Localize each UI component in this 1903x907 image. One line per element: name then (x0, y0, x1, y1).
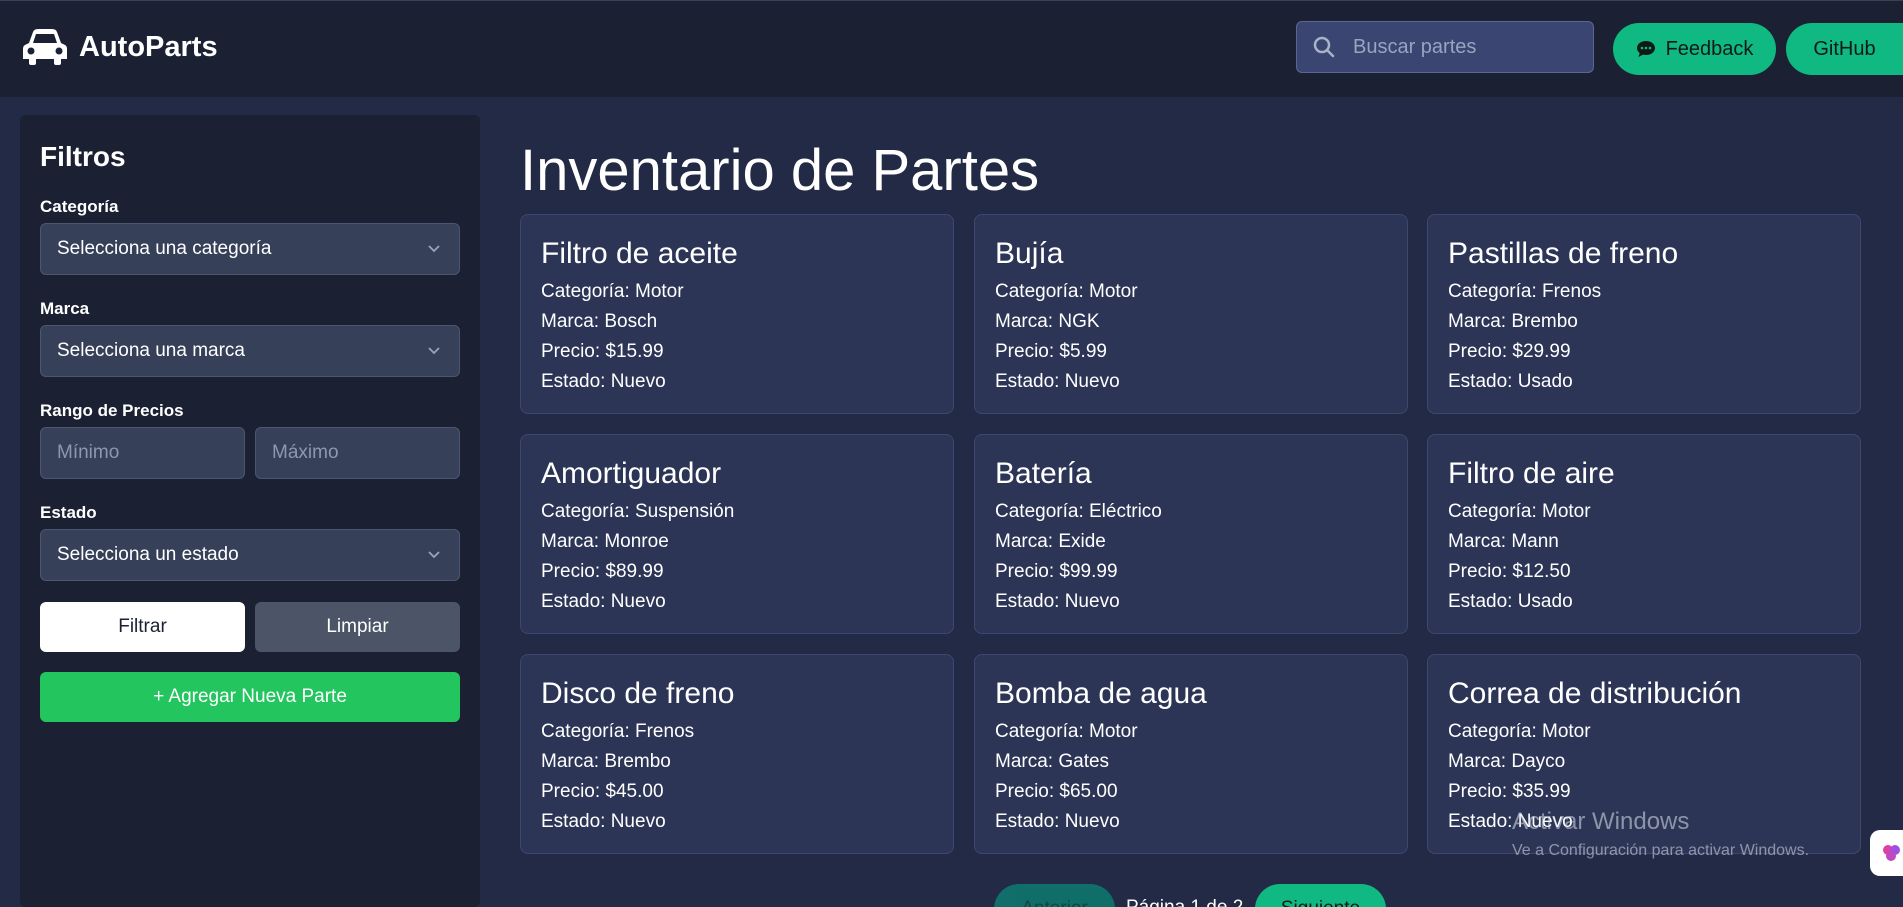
part-name: Disco de freno (541, 677, 735, 710)
part-category: Categoría: Motor (995, 281, 1138, 302)
part-card[interactable]: Pastillas de freno Categoría: Frenos Mar… (1427, 214, 1861, 414)
part-price: Precio: $12.50 (1448, 561, 1571, 582)
search-icon (1313, 36, 1335, 58)
category-select-value: Selecciona una categoría (57, 238, 272, 259)
min-price-input[interactable] (40, 427, 245, 479)
top-navbar: AutoParts Feedback GitHub (0, 0, 1903, 97)
part-name: Bomba de agua (995, 677, 1207, 710)
part-price: Precio: $5.99 (995, 341, 1107, 362)
brand-label: Marca (40, 299, 90, 318)
floating-assistant-button[interactable] (1870, 830, 1903, 876)
max-price-input[interactable] (255, 427, 460, 479)
brand-select-value: Selecciona una marca (57, 340, 245, 361)
category-select[interactable]: Selecciona una categoría (40, 223, 460, 275)
part-brand: Marca: Monroe (541, 531, 669, 552)
brand-select[interactable]: Selecciona una marca (40, 325, 460, 377)
part-card[interactable]: Filtro de aire Categoría: Motor Marca: M… (1427, 434, 1861, 634)
part-name: Bujía (995, 237, 1064, 270)
part-brand: Marca: NGK (995, 311, 1100, 332)
filter-button[interactable]: Filtrar (40, 602, 245, 652)
category-label: Categoría (40, 197, 119, 216)
part-card[interactable]: Amortiguador Categoría: Suspensión Marca… (520, 434, 954, 634)
part-state: Estado: Usado (1448, 591, 1573, 612)
car-icon (23, 29, 67, 65)
chevron-down-icon (428, 347, 440, 355)
part-price: Precio: $45.00 (541, 781, 664, 802)
part-card[interactable]: Batería Categoría: Eléctrico Marca: Exid… (974, 434, 1408, 634)
part-category: Categoría: Motor (541, 281, 684, 302)
part-category: Categoría: Frenos (1448, 281, 1602, 302)
search-input[interactable] (1353, 35, 1583, 59)
brain-icon (1883, 845, 1900, 861)
part-name: Filtro de aceite (541, 237, 738, 270)
github-label: GitHub (1813, 37, 1876, 60)
previous-page-button[interactable]: Anterior (994, 884, 1115, 907)
part-card[interactable]: Bomba de agua Categoría: Motor Marca: Ga… (974, 654, 1408, 854)
part-category: Categoría: Motor (1448, 501, 1591, 522)
page-indicator: Página 1 de 2 (1126, 897, 1243, 907)
part-price: Precio: $65.00 (995, 781, 1118, 802)
part-brand: Marca: Exide (995, 531, 1106, 552)
part-card[interactable]: Bujía Categoría: Motor Marca: NGK Precio… (974, 214, 1408, 414)
part-state: Estado: Usado (1448, 371, 1573, 392)
part-brand: Marca: Brembo (541, 751, 671, 772)
filters-sidebar: Filtros Categoría Selecciona una categor… (20, 115, 480, 907)
feedback-label: Feedback (1665, 37, 1754, 60)
part-state: Estado: Nuevo (995, 371, 1120, 392)
app-logo[interactable]: AutoParts (21, 27, 218, 67)
part-brand: Marca: Brembo (1448, 311, 1578, 332)
search-box[interactable] (1296, 21, 1594, 73)
part-brand: Marca: Bosch (541, 311, 658, 332)
part-brand: Marca: Gates (995, 751, 1110, 772)
part-price: Precio: $15.99 (541, 341, 664, 362)
chevron-down-icon (428, 245, 440, 253)
part-state: Estado: Nuevo (995, 591, 1120, 612)
clear-button[interactable]: Limpiar (255, 602, 460, 652)
part-name: Correa de distribución (1448, 677, 1742, 710)
github-button[interactable]: GitHub (1786, 23, 1903, 75)
part-name: Filtro de aire (1448, 457, 1615, 490)
part-brand: Marca: Mann (1448, 531, 1559, 552)
part-card[interactable]: Filtro de aceite Categoría: Motor Marca:… (520, 214, 954, 414)
part-price: Precio: $29.99 (1448, 341, 1571, 362)
part-price: Precio: $89.99 (541, 561, 664, 582)
chat-bubble-icon (1636, 41, 1655, 57)
part-name: Amortiguador (541, 457, 722, 490)
part-state: Estado: Nuevo (541, 811, 666, 832)
part-card[interactable]: Disco de freno Categoría: Frenos Marca: … (520, 654, 954, 854)
windows-activation-title: Activar Windows (1512, 808, 1690, 835)
part-category: Categoría: Eléctrico (995, 501, 1162, 522)
part-state: Estado: Nuevo (995, 811, 1120, 832)
sidebar-title: Filtros (40, 141, 126, 172)
part-price: Precio: $35.99 (1448, 781, 1571, 802)
app-name: AutoParts (79, 30, 218, 63)
part-name: Pastillas de freno (1448, 237, 1679, 270)
add-part-button[interactable]: + Agregar Nueva Parte (40, 672, 460, 722)
windows-activation-subtitle: Ve a Configuración para activar Windows. (1512, 842, 1810, 859)
part-brand: Marca: Dayco (1448, 751, 1566, 772)
next-page-button[interactable]: Siguiente (1255, 884, 1386, 907)
part-state: Estado: Nuevo (541, 371, 666, 392)
part-category: Categoría: Frenos (541, 721, 695, 742)
part-name: Batería (995, 457, 1092, 490)
part-category: Categoría: Motor (1448, 721, 1591, 742)
chevron-down-icon (428, 551, 440, 559)
page-title: Inventario de Partes (520, 138, 1040, 203)
state-select[interactable]: Selecciona un estado (40, 529, 460, 581)
state-select-value: Selecciona un estado (57, 544, 239, 565)
feedback-button[interactable]: Feedback (1613, 23, 1776, 75)
part-category: Categoría: Motor (995, 721, 1138, 742)
part-category: Categoría: Suspensión (541, 501, 735, 522)
part-state: Estado: Nuevo (541, 591, 666, 612)
state-label: Estado (40, 503, 97, 522)
price-range-label: Rango de Precios (40, 401, 184, 420)
part-price: Precio: $99.99 (995, 561, 1118, 582)
